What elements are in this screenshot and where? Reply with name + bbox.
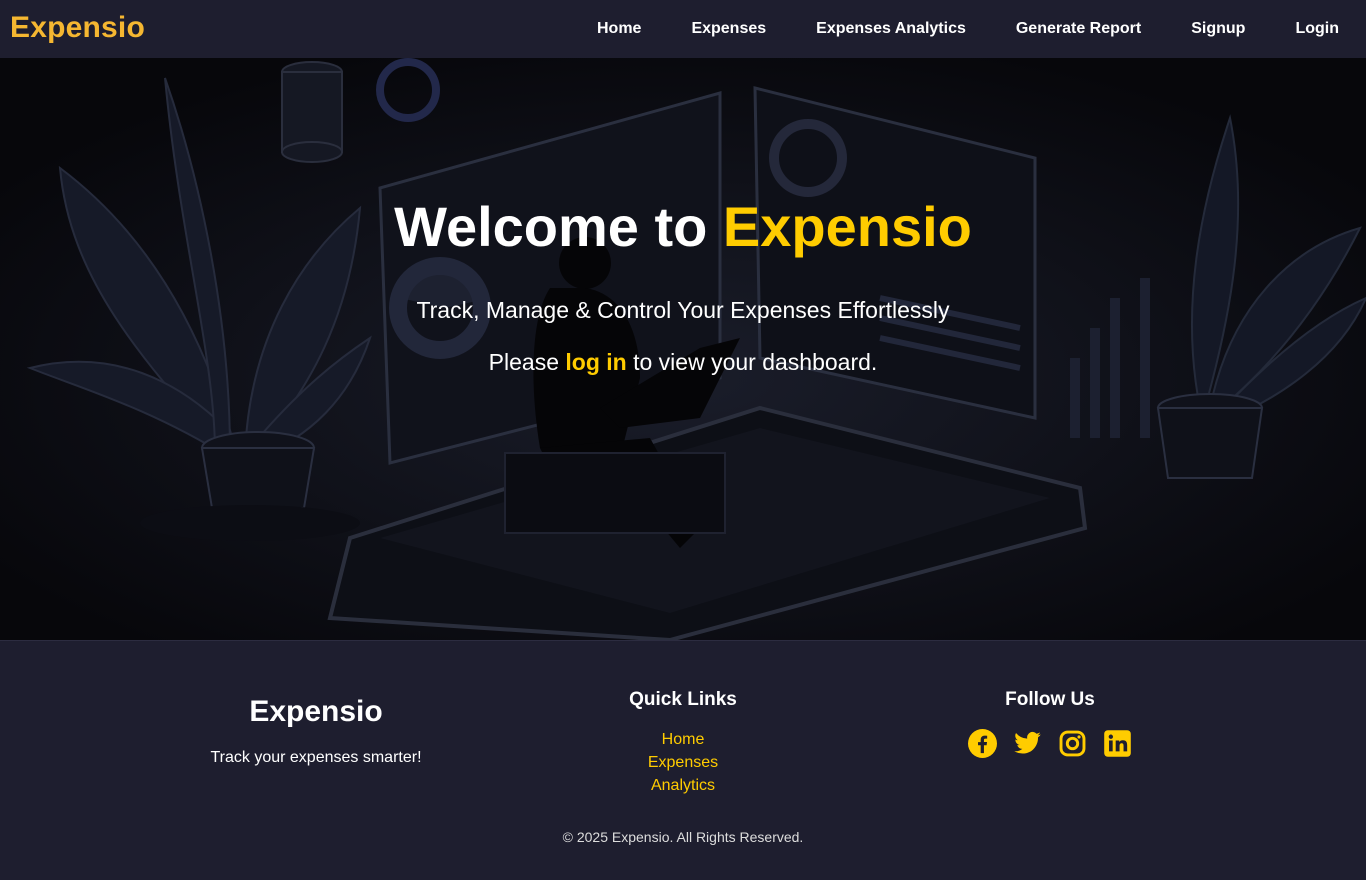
- nav-link-generate-report[interactable]: Generate Report: [1016, 20, 1141, 38]
- brand-logo[interactable]: Expensio: [10, 11, 145, 45]
- footer: Expensio Track your expenses smarter! Qu…: [0, 640, 1366, 880]
- hero-title-prefix: Welcome to: [394, 195, 723, 258]
- nav-link-signup[interactable]: Signup: [1191, 20, 1245, 38]
- navbar: Expensio Home Expenses Expenses Analytic…: [0, 0, 1366, 58]
- hero-login-prompt: Please log in to view your dashboard.: [0, 349, 1366, 376]
- footer-link-analytics[interactable]: Analytics: [533, 774, 833, 797]
- login-prompt-prefix: Please: [488, 349, 566, 375]
- facebook-icon[interactable]: [968, 729, 997, 758]
- nav-links: Home Expenses Expenses Analytics Generat…: [597, 0, 1366, 58]
- hero-subtitle: Track, Manage & Control Your Expenses Ef…: [416, 297, 950, 323]
- nav-link-login[interactable]: Login: [1295, 20, 1339, 38]
- linkedin-icon[interactable]: [1103, 729, 1132, 758]
- footer-brand: Expensio: [249, 695, 383, 728]
- hero-title-accent: Expensio: [722, 195, 972, 258]
- follow-us-title: Follow Us: [1005, 689, 1095, 710]
- quick-links-title: Quick Links: [629, 689, 737, 710]
- copyright: © 2025 Expensio. All Rights Reserved.: [562, 829, 804, 845]
- hero-section: Welcome to Expensio Track, Manage & Cont…: [0, 58, 1366, 640]
- social-icons: [900, 729, 1200, 758]
- footer-link-expenses[interactable]: Expenses: [533, 751, 833, 774]
- footer-link-home[interactable]: Home: [533, 728, 833, 751]
- hero-title: Welcome to Expensio: [0, 194, 1366, 259]
- nav-link-expenses-analytics[interactable]: Expenses Analytics: [816, 20, 966, 38]
- footer-tagline: Track your expenses smarter!: [210, 749, 422, 766]
- twitter-icon[interactable]: [1013, 729, 1042, 758]
- nav-link-expenses[interactable]: Expenses: [691, 20, 766, 38]
- instagram-icon[interactable]: [1058, 729, 1087, 758]
- login-link[interactable]: log in: [565, 349, 626, 375]
- quick-links: Home Expenses Analytics: [533, 728, 833, 797]
- nav-link-home[interactable]: Home: [597, 20, 641, 38]
- login-prompt-suffix: to view your dashboard.: [626, 349, 878, 375]
